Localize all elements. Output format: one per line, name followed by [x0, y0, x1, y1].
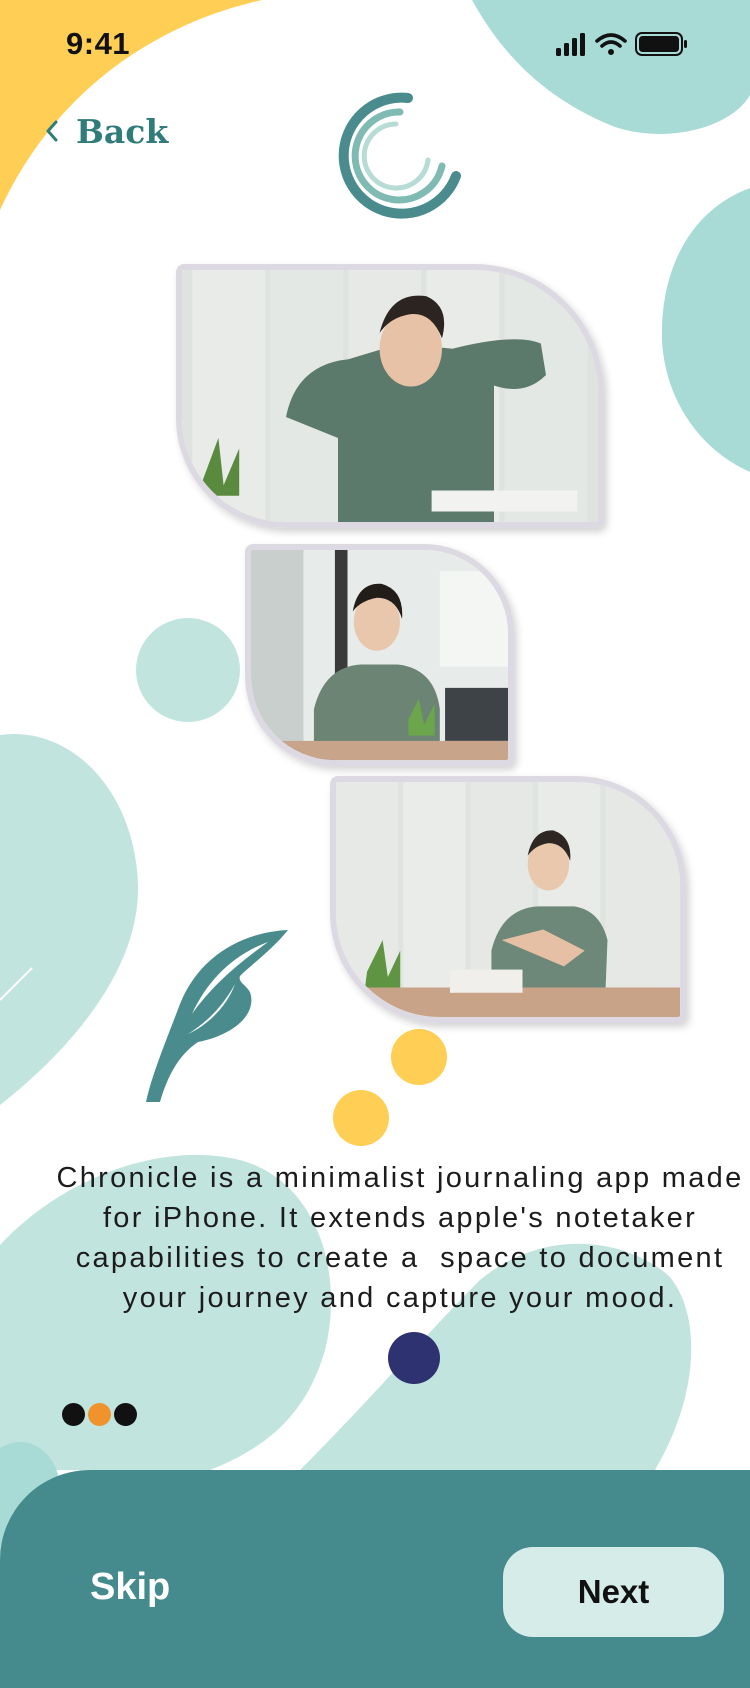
chevron-left-icon — [46, 120, 58, 142]
skip-button[interactable]: Skip — [90, 1566, 170, 1609]
battery-icon — [635, 32, 687, 56]
teal-top-right-blob — [472, 0, 750, 134]
description-line: for iPhone. It extends apple's notetaker — [102, 1202, 698, 1234]
page-dot-3[interactable] — [114, 1403, 137, 1426]
status-time: 9:41 — [66, 26, 131, 61]
description-line: Chronicle is a minimalist journaling app… — [56, 1162, 744, 1194]
status-icons — [556, 32, 687, 56]
teal-right-blob — [661, 188, 750, 472]
teal-small-circle — [136, 618, 240, 722]
teal-left-blob — [0, 733, 139, 1105]
photo-woman-stretching — [176, 264, 604, 528]
cellular-signal-icon — [556, 33, 585, 56]
photo-woman-stretching-arms — [330, 776, 686, 1023]
page-indicator — [62, 1403, 137, 1426]
yellow-corner-blob — [0, 0, 262, 210]
description-line: your journey and capture your mood. — [122, 1282, 678, 1314]
chronicle-logo — [338, 92, 461, 219]
next-button[interactable]: Next — [503, 1547, 724, 1637]
yellow-dot-top — [391, 1029, 447, 1085]
back-label: Back — [76, 111, 169, 151]
yellow-dot-bottom — [333, 1090, 389, 1146]
page-dot-1[interactable] — [62, 1403, 85, 1426]
feather-quill-icon — [146, 930, 288, 1102]
navy-dot — [388, 1332, 440, 1384]
photo-woman-on-phone — [245, 544, 514, 766]
page-dot-2-active[interactable] — [88, 1403, 111, 1426]
description-line: capabilities to create a space to docume… — [75, 1242, 725, 1274]
back-button[interactable]: Back — [44, 108, 168, 154]
onboarding-description: Chronicle is a minimalist journaling app… — [30, 1158, 750, 1318]
onboarding-screen: 9:41 Back Chronicle is a minimalist jour… — [0, 0, 750, 1688]
wifi-icon — [595, 33, 627, 55]
